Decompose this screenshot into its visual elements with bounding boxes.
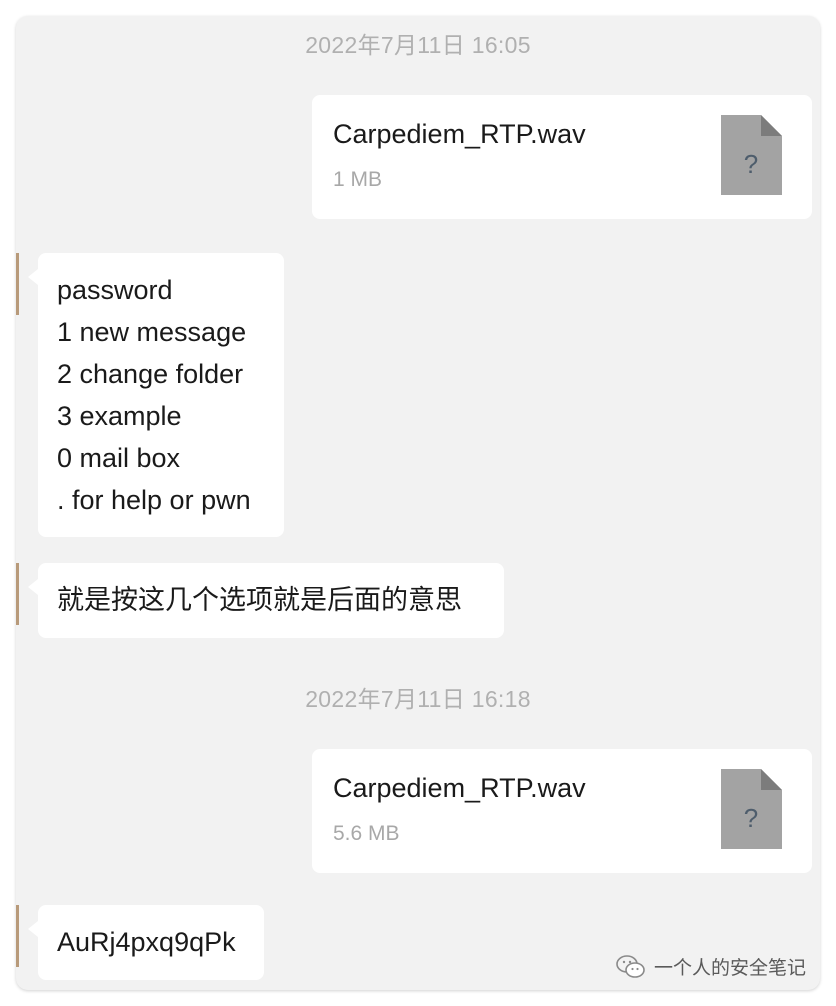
message-line: 1 new message (57, 317, 247, 347)
text-message-bubble[interactable]: 就是按这几个选项就是后面的意思 (28, 563, 504, 638)
message-line: 0 mail box (57, 443, 181, 473)
message-line: AuRj4pxq9qPk (57, 927, 236, 957)
text-message-bubble[interactable]: AuRj4pxq9qPk (28, 905, 264, 980)
message-line: . for help or pwn (57, 485, 251, 515)
chat-window: 2022年7月11日 16:05 Carpediem_RTP.wav 1 MB … (16, 16, 820, 990)
unknown-file-icon: ? (721, 769, 782, 849)
file-name: Carpediem_RTP.wav (333, 773, 586, 803)
message-timestamp: 2022年7月11日 16:18 (305, 686, 531, 712)
sender-avatar[interactable] (16, 563, 19, 625)
file-size: 5.6 MB (333, 822, 400, 845)
message-line: 就是按这几个选项就是后面的意思 (57, 585, 462, 615)
watermark: 一个人的安全笔记 (616, 953, 806, 980)
wechat-icon (616, 954, 645, 978)
message-line: 2 change folder (57, 359, 244, 389)
text-message-bubble[interactable]: password 1 new message 2 change folder 3… (28, 253, 284, 537)
file-message-card[interactable]: Carpediem_RTP.wav 1 MB ? (312, 95, 812, 219)
file-icon-glyph: ? (744, 149, 758, 179)
unknown-file-icon: ? (721, 115, 782, 195)
message-line: 3 example (57, 401, 182, 431)
sender-avatar[interactable] (16, 253, 19, 315)
file-message-card[interactable]: Carpediem_RTP.wav 5.6 MB ? (312, 749, 812, 873)
file-name: Carpediem_RTP.wav (333, 119, 586, 149)
message-timestamp: 2022年7月11日 16:05 (305, 32, 531, 58)
message-line: password (57, 275, 173, 305)
file-icon-glyph: ? (744, 803, 758, 833)
file-size: 1 MB (333, 168, 383, 191)
sender-avatar[interactable] (16, 905, 19, 967)
watermark-text: 一个人的安全笔记 (653, 958, 806, 979)
